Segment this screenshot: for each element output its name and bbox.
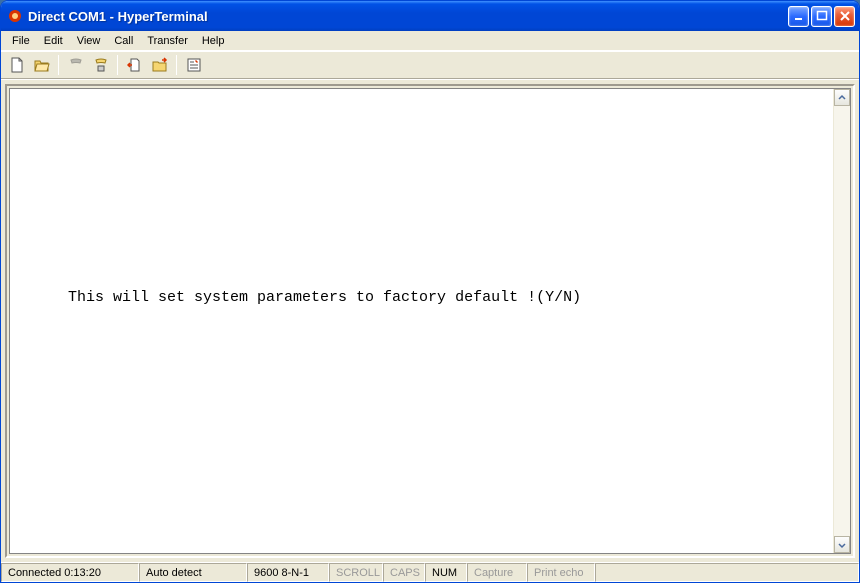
status-scroll: SCROLL [329,563,383,582]
menubar: File Edit View Call Transfer Help [1,31,859,51]
maximize-button[interactable] [811,6,832,27]
scroll-down-button[interactable] [834,536,850,553]
titlebar[interactable]: Direct COM1 - HyperTerminal [1,1,859,31]
app-icon [7,8,23,24]
new-button[interactable] [5,54,28,76]
menu-view[interactable]: View [70,33,108,49]
menu-file[interactable]: File [5,33,37,49]
terminal-output[interactable]: This will set system parameters to facto… [10,89,833,553]
status-port-settings: 9600 8-N-1 [247,563,329,582]
status-connection: Connected 0:13:20 [1,563,139,582]
open-folder-icon [34,57,50,73]
menu-call[interactable]: Call [107,33,140,49]
status-auto-detect: Auto detect [139,563,247,582]
open-button[interactable] [30,54,53,76]
client-area: This will set system parameters to facto… [1,79,859,562]
menu-help[interactable]: Help [195,33,232,49]
toolbar-separator [117,55,118,75]
connect-button[interactable] [64,54,87,76]
chevron-down-icon [838,541,846,549]
status-grip [595,563,859,582]
menu-edit[interactable]: Edit [37,33,70,49]
scroll-up-button[interactable] [834,89,850,106]
terminal-frame: This will set system parameters to facto… [5,84,855,558]
receive-button[interactable] [148,54,171,76]
close-button[interactable] [834,6,855,27]
status-capture: Capture [467,563,527,582]
phone-disconnect-icon [93,57,109,73]
toolbar-separator [58,55,59,75]
disconnect-button[interactable] [89,54,112,76]
status-num: NUM [425,563,467,582]
receive-file-icon [152,57,168,73]
terminal-wrap: This will set system parameters to facto… [9,88,851,554]
terminal-line: This will set system parameters to facto… [68,289,581,306]
status-caps: CAPS [383,563,425,582]
hyperterminal-window: Direct COM1 - HyperTerminal File Edit Vi… [0,0,860,583]
properties-button[interactable] [182,54,205,76]
new-doc-icon [9,57,25,73]
window-title: Direct COM1 - HyperTerminal [28,9,788,24]
minimize-button[interactable] [788,6,809,27]
vertical-scrollbar[interactable] [833,89,850,553]
phone-connect-icon [68,57,84,73]
toolbar-separator [176,55,177,75]
statusbar: Connected 0:13:20 Auto detect 9600 8-N-1… [1,562,859,582]
send-file-icon [127,57,143,73]
menu-transfer[interactable]: Transfer [140,33,195,49]
send-button[interactable] [123,54,146,76]
status-print-echo: Print echo [527,563,595,582]
scrollbar-track[interactable] [834,106,850,536]
toolbar [1,51,859,79]
properties-icon [186,57,202,73]
chevron-up-icon [838,94,846,102]
